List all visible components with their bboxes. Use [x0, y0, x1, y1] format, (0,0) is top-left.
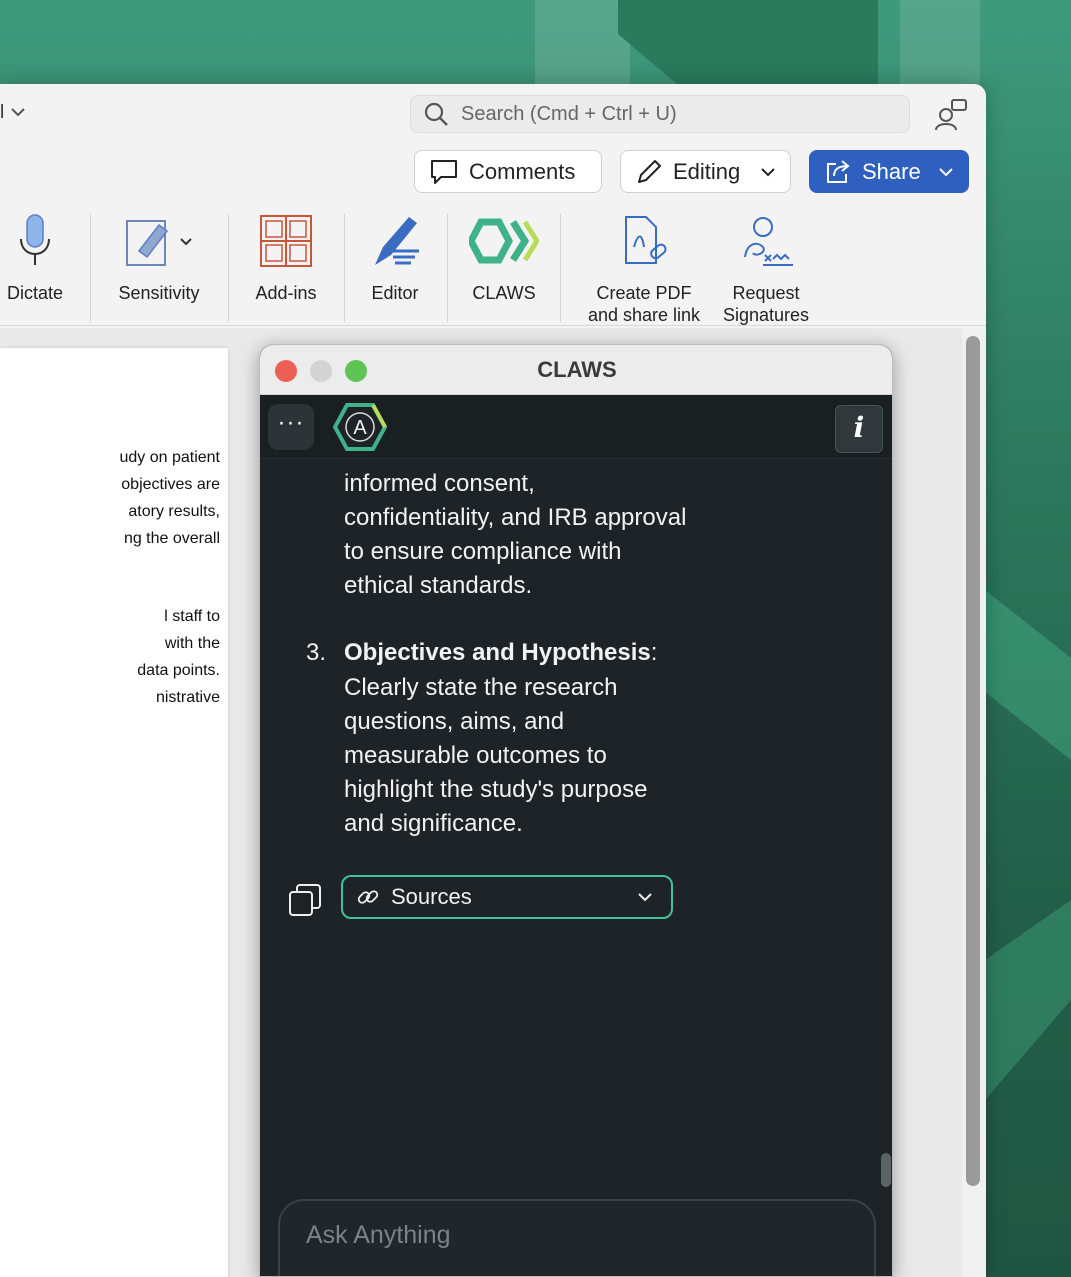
document-title[interactable]: l	[0, 102, 26, 124]
create-pdf-label: Create PDF and share link	[587, 283, 701, 325]
ribbon-toolbar: Dictate Sensitivity Add-ins Editor CLAWS…	[0, 202, 986, 326]
background-shape	[535, 0, 630, 90]
sensitivity-icon	[126, 220, 192, 266]
ribbon-divider	[90, 214, 91, 322]
background-shape	[985, 590, 1071, 760]
ribbon-divider	[560, 214, 561, 322]
document-scrollbar-thumb[interactable]	[966, 336, 980, 1186]
response-line: informed consent,	[344, 470, 535, 497]
add-ins-button[interactable]: Add-ins	[240, 202, 332, 326]
signature-icon	[744, 217, 793, 266]
ribbon-divider	[447, 214, 448, 322]
claws-avatar-logo-icon: A	[332, 403, 388, 451]
response-line: to ensure compliance with	[344, 538, 622, 565]
comment-icon	[431, 159, 457, 184]
svg-text:A: A	[353, 417, 367, 439]
info-button[interactable]: i	[835, 405, 883, 453]
editing-mode-dropdown[interactable]: Editing	[620, 150, 791, 193]
search-icon	[424, 102, 448, 126]
chat-response: informed consent, confidentiality, and I…	[260, 459, 892, 1276]
sources-dropdown[interactable]: Sources	[341, 875, 673, 919]
link-icon	[357, 890, 379, 904]
search-input[interactable]: Search (Cmd + Ctrl + U)	[410, 95, 910, 133]
ask-anything-input[interactable]	[306, 1215, 846, 1255]
claws-toolbar: ··· A i	[260, 395, 892, 459]
copy-icon[interactable]	[288, 883, 322, 917]
claws-panel: CLAWS ··· A i informed consent, confiden…	[259, 344, 893, 1277]
claws-window-title: CLAWS	[537, 357, 617, 382]
chevron-down-icon	[761, 167, 775, 176]
comments-button[interactable]: Comments	[414, 150, 602, 193]
more-options-button[interactable]: ···	[268, 404, 314, 450]
editor-button[interactable]: Editor	[352, 202, 438, 326]
action-row: Comments Editing Share	[0, 150, 986, 194]
request-signatures-button[interactable]: Request Signatures	[714, 202, 818, 326]
sensitivity-button[interactable]: Sensitivity	[100, 202, 218, 326]
response-heading: Objectives and Hypothesis:	[344, 639, 658, 666]
chevron-down-icon	[939, 167, 953, 176]
response-line: Clearly state the research	[344, 674, 618, 701]
claws-logo-icon	[469, 218, 539, 264]
pdf-link-icon	[625, 216, 667, 264]
background-shape	[900, 0, 980, 95]
document-paragraph: udy on patient objectives are atory resu…	[119, 449, 220, 547]
share-button[interactable]: Share	[809, 150, 969, 193]
add-ins-icon	[260, 215, 312, 267]
list-number: 3.	[306, 639, 327, 666]
background-shape	[985, 900, 1071, 1100]
response-line: measurable outcomes to	[344, 742, 607, 769]
ask-box	[278, 1199, 876, 1276]
response-line: and significance.	[344, 810, 523, 837]
ribbon-divider	[228, 214, 229, 322]
ribbon-divider	[344, 214, 345, 322]
dictate-button[interactable]: Dictate	[0, 202, 70, 326]
chevron-down-icon	[10, 108, 25, 117]
claws-ribbon-button[interactable]: CLAWS	[458, 202, 550, 326]
response-line: confidentiality, and IRB approval	[344, 504, 687, 531]
create-pdf-share-link-button[interactable]: Create PDF and share link	[574, 202, 714, 326]
document-paragraph: l staff to with the data points. nistrat…	[137, 608, 220, 706]
editor-pen-icon	[375, 217, 419, 265]
pencil-icon	[638, 159, 661, 183]
title-bar: l Search (Cmd + Ctrl + U)	[0, 84, 986, 144]
request-signatures-label: Request Signatures	[722, 283, 810, 325]
account-icon[interactable]	[934, 98, 968, 132]
panel-scrollbar-thumb[interactable]	[881, 1153, 891, 1187]
document-page[interactable]: udy on patient objectives are atory resu…	[0, 348, 228, 1277]
claws-title-bar: CLAWS	[260, 345, 892, 395]
response-line: ethical standards.	[344, 572, 533, 599]
microphone-icon	[20, 214, 50, 265]
response-line: highlight the study's purpose	[344, 776, 648, 803]
share-icon	[827, 159, 850, 183]
response-line: questions, aims, and	[344, 708, 565, 735]
background-shape	[618, 0, 878, 85]
chevron-down-icon	[638, 893, 652, 902]
